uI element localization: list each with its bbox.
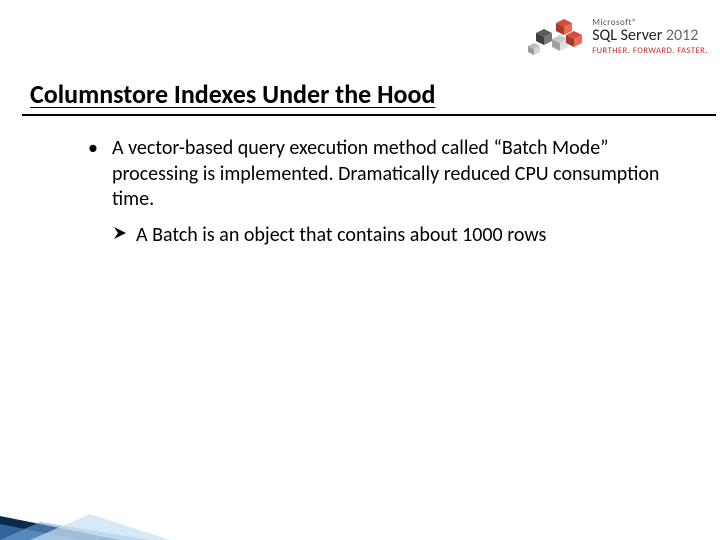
title-wrap: Columnstore Indexes Under the Hood [30, 78, 435, 110]
cubes-icon [524, 11, 586, 61]
bullet-level-2: A Batch is an object that contains about… [80, 223, 696, 249]
brand-tagline: FURTHER. FORWARD. FASTER. [592, 46, 708, 56]
brand-product: SQL Server 2012 [592, 28, 698, 44]
brand-year: 2012 [666, 26, 698, 45]
slide-title: Columnstore Indexes Under the Hood [30, 78, 435, 110]
footer-decoration [0, 504, 170, 540]
body: A vector-based query execution method ca… [80, 136, 696, 248]
arrow-right-icon [112, 225, 128, 241]
brand-product-name: SQL Server [592, 26, 662, 45]
bullet-1-text: A vector-based query execution method ca… [112, 136, 659, 211]
title-rule [22, 114, 716, 116]
bullet-2-text: A Batch is an object that contains about… [136, 223, 546, 247]
slide: Microsoft® SQL Server 2012 FURTHER. FORW… [0, 0, 720, 540]
brand-block: Microsoft® SQL Server 2012 FURTHER. FORW… [488, 6, 708, 66]
bullet-level-1: A vector-based query execution method ca… [80, 136, 696, 213]
brand-text: Microsoft® SQL Server 2012 FURTHER. FORW… [592, 17, 708, 56]
